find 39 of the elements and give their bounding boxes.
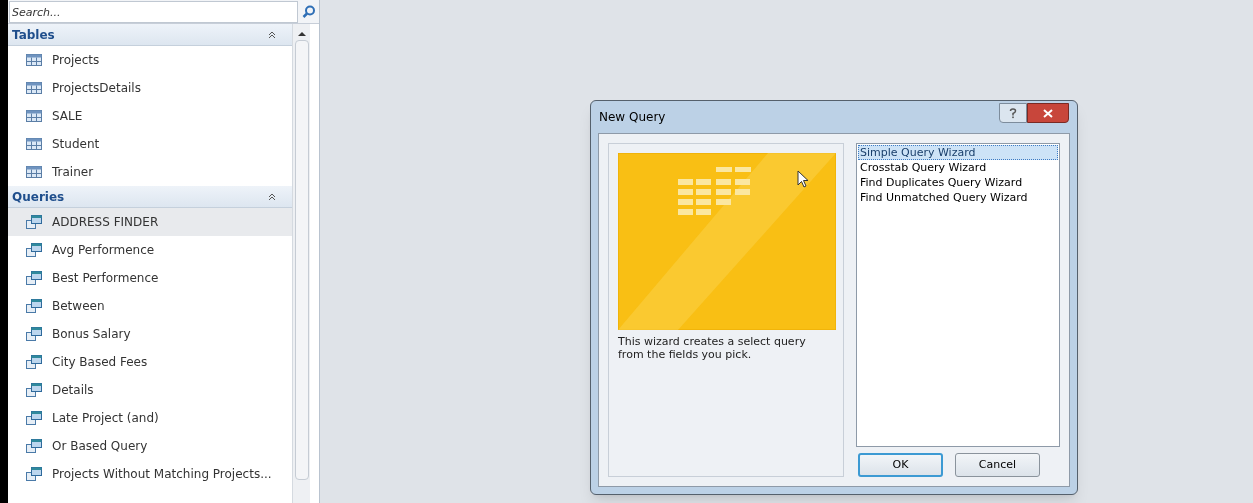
- table-icon: [26, 82, 42, 94]
- search-field[interactable]: Search...: [9, 1, 298, 23]
- dialog-button[interactable]: Cancel: [955, 453, 1040, 477]
- query-icon: [26, 215, 42, 229]
- help-button[interactable]: [999, 103, 1027, 123]
- table-icon: [26, 110, 42, 122]
- group-title: Queries: [12, 188, 66, 206]
- wizard-option[interactable]: Find Duplicates Query Wizard: [858, 175, 1058, 190]
- wizard-list[interactable]: Simple Query Wizard Crosstab Query Wizard Find Duplicates Query Wizard Find Unmatched Query Wizard: [856, 143, 1060, 447]
- query-icon: [26, 271, 42, 285]
- wizard-option[interactable]: Crosstab Query Wizard: [858, 160, 1058, 175]
- scrollbar-thumb[interactable]: [294, 40, 309, 480]
- table-icon: [26, 166, 42, 178]
- query-icon: [26, 383, 42, 397]
- wizard-option[interactable]: Find Unmatched Query Wizard: [858, 190, 1058, 205]
- dialog-title: New Query: [599, 109, 667, 126]
- query-icon: [26, 467, 42, 481]
- mouse-pointer-icon: [797, 170, 809, 188]
- wizard-description: This wizard creates a select query from the fields you pick.: [618, 335, 807, 361]
- table-icon: [26, 138, 42, 150]
- dialog-button[interactable]: OK: [858, 453, 943, 477]
- close-button[interactable]: [1027, 103, 1069, 123]
- query-icon: [26, 439, 42, 453]
- navigation-item[interactable]: ADDRESS FINDER: [8, 208, 292, 236]
- query-icon: [26, 327, 42, 341]
- table-icon: [26, 54, 42, 66]
- group-header[interactable]: Tables: [8, 24, 292, 46]
- query-icon: [26, 411, 42, 425]
- question-mark-icon: [1009, 107, 1017, 119]
- scroll-up-arrow-icon[interactable]: [296, 30, 307, 38]
- wizard-option[interactable]: Simple Query Wizard: [858, 145, 1058, 160]
- close-icon: [1043, 108, 1053, 118]
- query-icon: [26, 243, 42, 257]
- query-icon: [26, 299, 42, 313]
- scrollbar[interactable]: [292, 24, 310, 503]
- group-title: Tables: [12, 26, 56, 44]
- group-header[interactable]: Queries: [8, 186, 292, 208]
- query-icon: [26, 355, 42, 369]
- search-icon[interactable]: [302, 5, 316, 19]
